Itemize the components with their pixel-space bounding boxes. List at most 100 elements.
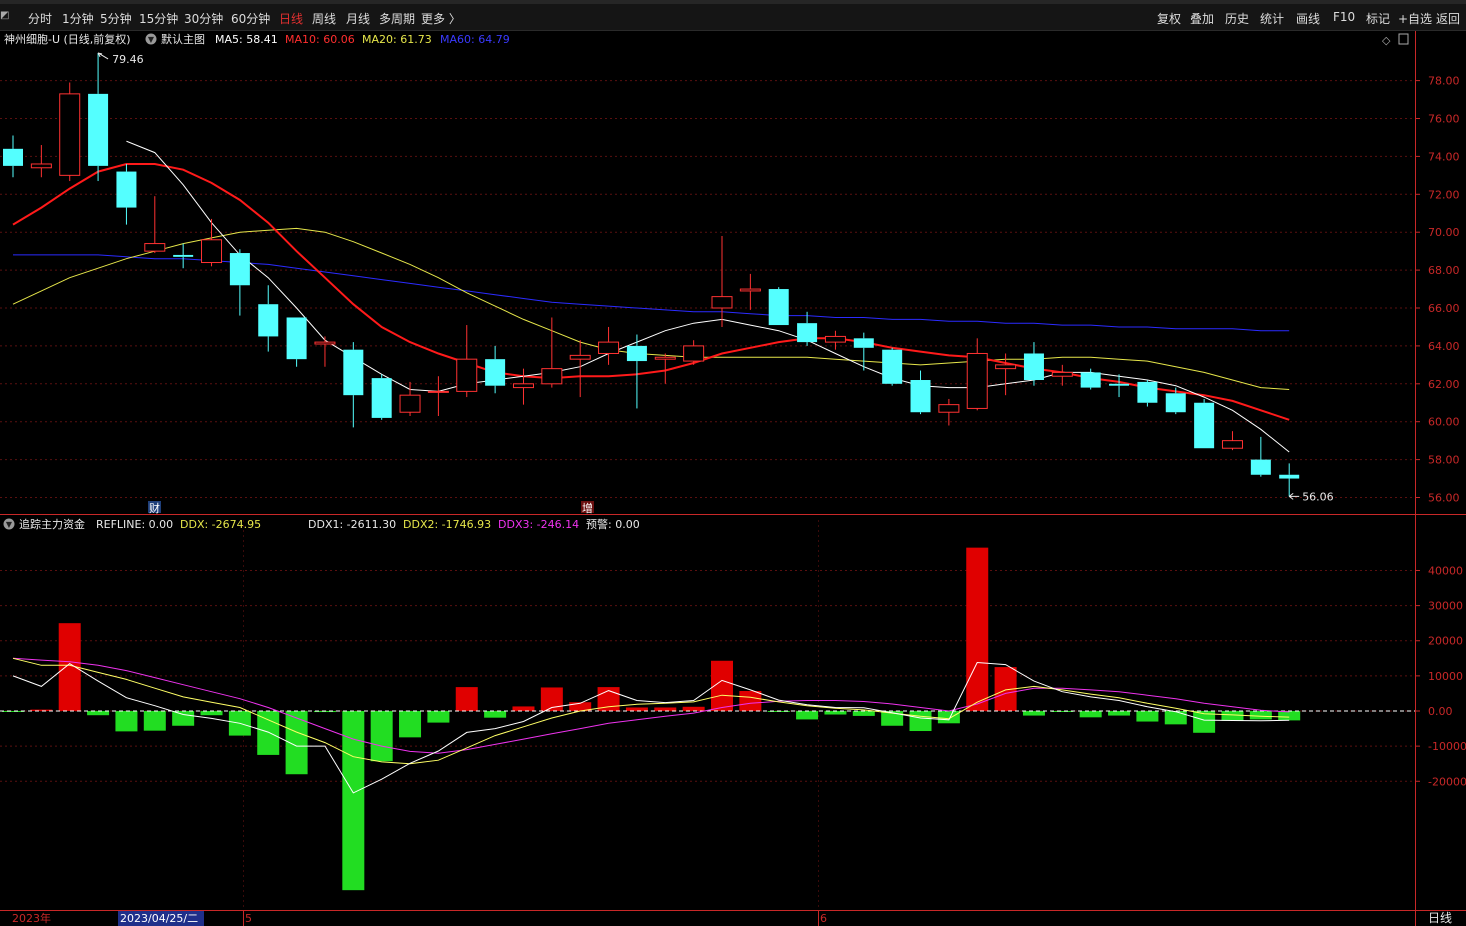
- ma-lines: [12, 140, 1290, 453]
- tab-30min[interactable]: 30分钟: [184, 10, 223, 27]
- candle: [882, 347, 903, 386]
- kline-chart[interactable]: 78.00 76.00 74.00 72.00 70.00 68.00 66.00 64.00…: [0, 31, 1466, 926]
- candle: [512, 368, 534, 405]
- overlay-button[interactable]: 叠加: [1190, 10, 1214, 27]
- back-button[interactable]: 返回: [1436, 10, 1460, 27]
- tab-15min[interactable]: 15分钟: [139, 10, 178, 27]
- candle: [1023, 342, 1044, 386]
- tab-5min[interactable]: 5分钟: [100, 10, 132, 27]
- candle-body: [824, 335, 846, 343]
- price-tick-label: 72.00: [1428, 188, 1460, 201]
- candle: [485, 345, 506, 394]
- candle: [3, 135, 23, 178]
- candle: [286, 317, 307, 367]
- diamond-icon[interactable]: ◇: [1382, 34, 1391, 47]
- low-arrow-icon: [1288, 492, 1300, 500]
- tab-more[interactable]: 更多 〉: [421, 10, 461, 27]
- candle-body: [797, 323, 818, 343]
- price-tick-label: 60.00: [1428, 416, 1460, 429]
- candle-body: [88, 93, 109, 166]
- ddx-bar: [739, 690, 762, 711]
- ddx1-label: DDX1: -2611.30: [308, 518, 396, 531]
- main-price-axis: 78.00 76.00 74.00 72.00 70.00 68.00 66.00 64.00…: [1428, 75, 1460, 505]
- ddx3-line: [12, 657, 1290, 754]
- stock-title: 神州细胞-U (日线,前复权): [4, 32, 131, 46]
- candle-body: [1250, 459, 1271, 475]
- candle: [824, 330, 846, 350]
- tab-1min[interactable]: 1分钟: [62, 10, 94, 27]
- ddx-bar: [1278, 711, 1301, 721]
- finance-event-label: 财: [149, 501, 160, 515]
- candle-body: [1023, 353, 1044, 381]
- tab-60min[interactable]: 60分钟: [231, 10, 270, 27]
- candle: [910, 370, 931, 415]
- candle-body: [286, 317, 307, 360]
- period-label: 日线: [1428, 911, 1452, 925]
- ddx-bar: [1249, 711, 1272, 720]
- candle: [768, 287, 789, 326]
- candle-body: [343, 349, 364, 396]
- ddx-bar: [1164, 711, 1187, 725]
- ddx-bar: [115, 711, 138, 732]
- candle-body: [1221, 440, 1243, 449]
- adjust-button[interactable]: 复权: [1157, 10, 1181, 27]
- candle-body: [995, 364, 1017, 370]
- tab-minute[interactable]: 分时: [28, 10, 52, 27]
- mark-button[interactable]: 标记: [1366, 10, 1390, 27]
- candle: [427, 376, 449, 417]
- history-button[interactable]: 历史: [1225, 10, 1249, 27]
- window-icon[interactable]: [1398, 33, 1409, 45]
- candle-body: [711, 296, 733, 309]
- candle-body: [3, 148, 23, 166]
- draw-button[interactable]: 画线: [1296, 10, 1320, 27]
- candle-body: [314, 341, 336, 345]
- candle: [598, 326, 620, 365]
- candle-body: [427, 390, 449, 393]
- low-price-label: 56.06: [1302, 490, 1334, 503]
- main-indicator-label: 默认主图: [161, 33, 205, 46]
- candle-body: [1109, 383, 1130, 386]
- collapse-icon[interactable]: ◩: [0, 10, 16, 24]
- ddx3-label: DDX3: -246.14: [498, 518, 579, 531]
- candle: [797, 311, 818, 346]
- candle: [966, 338, 988, 411]
- ddx-bar: [2, 711, 24, 712]
- tab-weekly[interactable]: 周线: [312, 10, 336, 27]
- ddx-label: DDX: -2674.95: [180, 518, 261, 531]
- ddx-bar: [200, 711, 223, 716]
- stats-button[interactable]: 统计: [1260, 10, 1284, 27]
- candle-body: [1194, 402, 1215, 449]
- candle-body: [1165, 393, 1186, 413]
- tab-daily[interactable]: 日线: [279, 10, 303, 27]
- ddx-bar: [1221, 711, 1244, 721]
- ddx-bar: [852, 711, 875, 716]
- chevron-down-icon: ▼: [148, 35, 155, 44]
- ddx-bar: [342, 711, 365, 891]
- price-tick-label: 56.00: [1428, 492, 1460, 505]
- candle-body: [59, 93, 81, 176]
- candle-body: [654, 356, 676, 360]
- candle-body: [144, 243, 166, 252]
- f10-button[interactable]: F10: [1333, 10, 1355, 24]
- price-tick-label: 76.00: [1428, 113, 1460, 126]
- tab-multi-period[interactable]: 多周期: [379, 10, 415, 27]
- ddx-bar: [399, 711, 422, 738]
- tab-monthly[interactable]: 月线: [346, 10, 370, 27]
- ddx-bar: [909, 711, 932, 732]
- candle: [626, 334, 647, 409]
- candle-body: [739, 288, 761, 292]
- price-tick-label: 62.00: [1428, 378, 1460, 391]
- ddx-bar: [427, 711, 450, 723]
- ddx-bar: [937, 711, 960, 724]
- candle: [683, 340, 705, 365]
- candle-body: [910, 380, 931, 413]
- candle-body: [1080, 372, 1101, 388]
- ddx-bar: [682, 706, 705, 711]
- candle-body: [569, 354, 591, 360]
- ddx-tick-label: 10000: [1428, 670, 1463, 683]
- add-watchlist-button[interactable]: +自选: [1398, 10, 1432, 27]
- ma5-label: MA5: 58.41: [215, 33, 278, 46]
- month-label-6: 6: [820, 912, 827, 925]
- candle: [59, 82, 81, 182]
- candle: [399, 381, 421, 417]
